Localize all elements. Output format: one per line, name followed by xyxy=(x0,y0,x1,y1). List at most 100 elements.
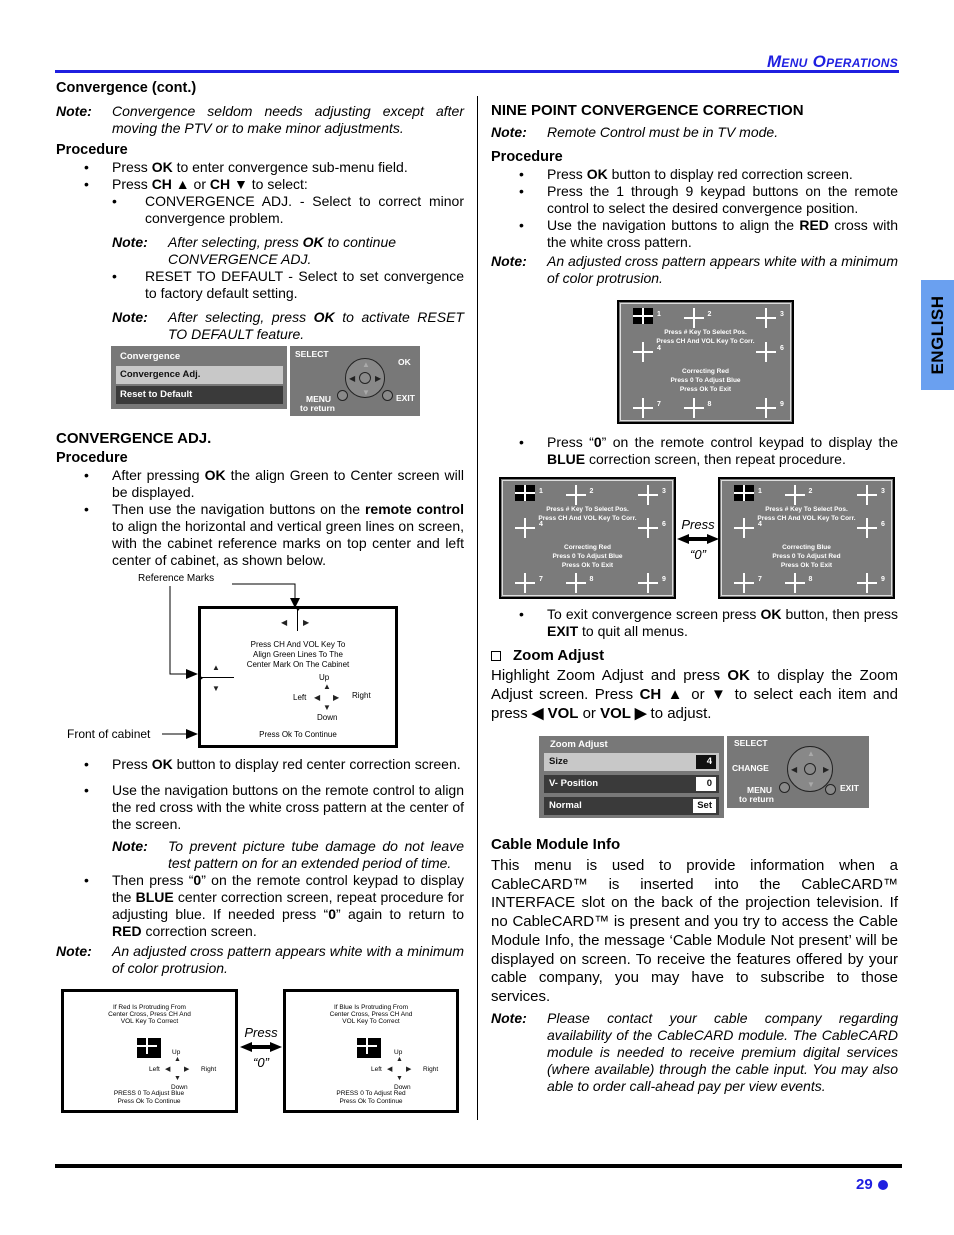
position-number: 2 xyxy=(707,311,712,318)
procedure-heading: Procedure xyxy=(491,149,563,165)
convergence-adj-section: CONVERGENCE ADJ. Procedure • After pressi… xyxy=(56,430,464,569)
position-number: 1 xyxy=(539,488,543,495)
menu-button-icon xyxy=(779,782,790,793)
zoom-adjust-menu: Zoom Adjust Size 4 V- Position 0 Normal Set xyxy=(539,736,724,818)
cross-icon xyxy=(784,573,805,593)
select-label: SELECT xyxy=(734,738,768,748)
position-number: 3 xyxy=(881,488,885,495)
cross-icon xyxy=(734,573,754,593)
cross-icon xyxy=(565,573,586,593)
position-number: 1 xyxy=(758,488,762,495)
double-arrow-icon xyxy=(240,1042,282,1052)
exit-button-icon xyxy=(825,784,836,795)
footer-rule xyxy=(55,1164,902,1168)
cross-icon xyxy=(857,573,877,593)
position-number: 9 xyxy=(780,401,784,408)
cable-module-heading: Cable Module Info xyxy=(491,836,621,853)
zoom-row-size[interactable]: Size 4 xyxy=(544,753,719,771)
grid-instructions: Press # Key To Select Pos. Press CH And V… xyxy=(538,506,637,522)
nav-dial-icon: ▲ ▼ ◀ ▶ xyxy=(345,358,385,398)
nine-point-red-screen: 1 2 3 4 6 7 8 9 Press # Key To Select Pos. Press … xyxy=(617,300,794,424)
section-title: Menu Operations xyxy=(766,52,898,71)
nine-point-title: NINE POINT CONVERGENCE CORRECTION xyxy=(491,102,804,119)
exit-label: EXIT xyxy=(396,393,415,403)
grid-status: Correcting Blue Press 0 To Adjust Red Pres… xyxy=(772,544,841,569)
cross-icon xyxy=(683,398,704,418)
note-tube-damage: Note: To prevent picture tube damage do n… xyxy=(112,838,464,871)
down-arrow-icon: ▼ xyxy=(323,703,331,712)
align-instructions: Press CH And VOL Key To Align Green Line… xyxy=(246,640,350,669)
zoom-adjust-heading: Zoom Adjust xyxy=(491,647,898,664)
select-label: SELECT xyxy=(295,349,329,359)
checkbox-icon xyxy=(491,651,501,661)
cross-icon xyxy=(515,573,535,593)
list-item: • Press OK button to display red center c… xyxy=(84,756,461,772)
note-continue: Note: After selecting, press OK to conti… xyxy=(112,234,397,267)
position-number: 9 xyxy=(662,576,666,583)
left-label: Left xyxy=(293,693,307,702)
align-green-screen: ◀ ▶ ▲ ▼ Press CH And VOL Key To Align Gree… xyxy=(198,606,398,748)
note-cross-pattern: Note: An adjusted cross pattern appears w… xyxy=(491,253,898,286)
grid-status: Correcting Red Press 0 To Adjust Blue Pres… xyxy=(670,368,741,393)
position-number: 6 xyxy=(780,345,784,352)
zoom-menu-title: Zoom Adjust xyxy=(550,739,608,750)
note-tv-mode: Note: Remote Control must be in TV mode. xyxy=(491,124,779,140)
right-column: NINE POINT CONVERGENCE CORRECTION Note: R… xyxy=(491,102,898,287)
right-arrow-icon: ▶ xyxy=(333,693,340,702)
position-number: 2 xyxy=(589,488,594,495)
cable-module-section: Cable Module Info This menu is used to p… xyxy=(491,836,898,1095)
list-item: • To exit convergence screen press OK but… xyxy=(519,606,898,639)
to-return-label: to return xyxy=(739,794,774,804)
zoom-row-normal[interactable]: Normal Set xyxy=(544,797,719,815)
header-rule xyxy=(55,70,899,73)
red-center-screen: If Red Is Protruding From Center Cross, P… xyxy=(61,989,238,1113)
position-number: 8 xyxy=(589,576,594,583)
zoom-row-v-position[interactable]: V- Position 0 xyxy=(544,775,719,793)
convergence-adj-heading: CONVERGENCE ADJ. xyxy=(56,430,212,447)
cross-icon xyxy=(683,308,704,328)
center-cross-icon xyxy=(357,1038,381,1058)
press-zero-label: Press “0” xyxy=(240,1025,282,1070)
grid-instructions: Press # Key To Select Pos. Press CH And V… xyxy=(656,329,755,345)
convergence-cont-title: Convergence (cont.) xyxy=(56,80,197,96)
grid-status: Correcting Red Press 0 To Adjust Blue Pres… xyxy=(552,544,623,569)
left-column: Convergence (cont.) Note: Convergence se… xyxy=(56,80,464,343)
cross-icon xyxy=(565,485,586,505)
front-arrow xyxy=(162,729,198,739)
red-correction-section: • Press OK button to display red center c… xyxy=(56,756,464,977)
cross-icon xyxy=(638,485,658,505)
menu-item-reset-default[interactable]: Reset to Default xyxy=(116,386,283,404)
cross-icon xyxy=(756,308,776,328)
position-number: 7 xyxy=(539,576,543,583)
menu-title: Convergence xyxy=(120,351,181,362)
menu-button-icon xyxy=(337,390,348,401)
language-tab-label: ENGLISH xyxy=(927,295,947,375)
selected-position-icon xyxy=(633,308,653,324)
blue-screen-bullet: • Press “0” on the remote control keypad … xyxy=(491,434,898,468)
list-item: • Use the navigation buttons to align the… xyxy=(519,217,898,250)
continue-label: Press Ok To Continue xyxy=(259,730,337,739)
position-number: 3 xyxy=(780,311,784,318)
column-divider xyxy=(477,96,478,1120)
cross-icon xyxy=(633,398,653,418)
procedure-heading: Procedure xyxy=(56,450,128,466)
list-item: • Use the navigation buttons on the remot… xyxy=(84,782,464,832)
left-arrow-icon: ◀ xyxy=(314,693,321,702)
list-item: • Then press “0” on the remote control ke… xyxy=(84,872,465,939)
right-label: Right xyxy=(352,691,371,700)
menu-item-convergence-adj[interactable]: Convergence Adj. xyxy=(116,366,283,384)
position-number: 4 xyxy=(657,345,661,352)
list-item: • After pressing OK the align Green to Ce… xyxy=(84,467,464,500)
to-return-label: to return xyxy=(300,403,335,413)
list-item: • Press the 1 through 9 keypad buttons on… xyxy=(519,183,898,216)
selected-position-icon xyxy=(734,485,754,501)
zoom-remote-legend: SELECT CHANGE ▲ ▼ ◀ ▶ MENU to return EXIT xyxy=(727,736,869,808)
blue-center-screen: If Blue Is Protruding From Center Cross, … xyxy=(283,989,459,1113)
position-number: 8 xyxy=(808,576,813,583)
press-zero-label: Press “0” xyxy=(677,517,719,562)
nine-point-blue-screen: 1 2 3 4 6 7 8 9 Press # Key To Select Pos. Press … xyxy=(718,477,895,599)
selected-position-icon xyxy=(515,485,535,501)
list-item: • Press “0” on the remote control keypad … xyxy=(519,434,898,467)
bullet-dot-icon xyxy=(878,1180,888,1190)
list-item: • RESET TO DEFAULT - Select to set conver… xyxy=(112,268,464,301)
